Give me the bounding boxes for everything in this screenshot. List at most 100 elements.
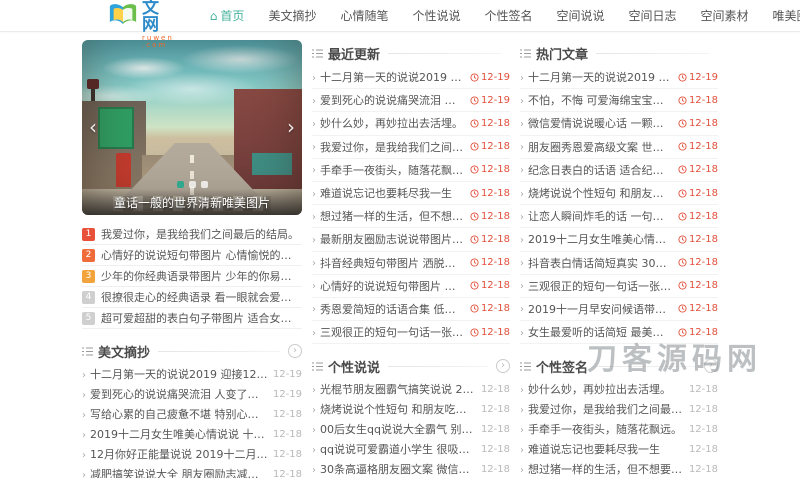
ranked-list-item[interactable]: 2 心情好的说说短句带图片 心情愉悦的简单说说: [82, 245, 302, 266]
slider-prev-arrow-icon[interactable]: ‹: [89, 117, 97, 137]
article-date: 12-18: [678, 164, 718, 175]
nav-item-xinqing[interactable]: 心情随笔: [328, 7, 400, 24]
article-title: 2019十一月早安问候语带图片 最新11月...: [528, 301, 673, 317]
article-row[interactable]: 抖音表白情话简短真实 30句简短的表白... 12-18: [520, 252, 718, 275]
article-row[interactable]: 减肥搞笑说说大全 朋友圈励志减肥的说说心情 12-18: [82, 464, 302, 478]
article-row[interactable]: 想过猪一样的生活，但不想要猪一样的结... 12-18: [312, 205, 510, 228]
article-row[interactable]: 2019十一月早安问候语带图片 最新11月... 12-18: [520, 298, 718, 321]
bullet-arrow-icon: [312, 256, 320, 269]
slider-dot-3[interactable]: [201, 181, 208, 188]
nav-item-kongjian-rizhi[interactable]: 空间日志: [617, 7, 689, 24]
article-row[interactable]: 写给心累的自己疲惫不堪 特别心累的句子20... 12-18: [82, 404, 302, 424]
nav-item-qianming[interactable]: 个性签名: [472, 7, 544, 24]
bullet-arrow-icon: [312, 94, 320, 107]
article-row[interactable]: 光棍节朋友圈霸气搞笑说说 2019双十一光... 12-18: [312, 379, 510, 399]
article-row[interactable]: 爱到死心的说说痛哭流泪 人变了心言而无信 12-19: [82, 384, 302, 404]
article-row[interactable]: 我爱过你，是我给我们之间最后的结局。 12-18: [312, 136, 510, 159]
article-row[interactable]: 微信爱情说说暖心话 一颗心融化的幸福爱... 12-18: [520, 112, 718, 135]
clock-icon: [678, 189, 687, 198]
article-row[interactable]: 难道说忘记也要耗尽我一生 12-18: [312, 182, 510, 205]
list-icon: [312, 49, 323, 58]
article-row[interactable]: 12月你好正能量说说 2019十二月正能量经... 12-18: [82, 444, 302, 464]
bullet-arrow-icon: [82, 388, 90, 401]
article-row[interactable]: 不怕，不悔 可爱海绵宝宝图片 12-18: [520, 89, 718, 112]
nav-item-weimei-tupian[interactable]: 唯美图片: [761, 7, 800, 24]
article-row[interactable]: 十二月第一天的说说2019 迎接12月的说... 12-19: [520, 66, 718, 89]
article-row[interactable]: 纪念日表白的话语 适合纪念日发的甜蜜说说 12-18: [520, 159, 718, 182]
bullet-arrow-icon: [520, 383, 528, 396]
article-date: 12-18: [273, 429, 302, 440]
nav-item-kongjian-sucai[interactable]: 空间素材: [689, 7, 761, 24]
nav-item-kongjian-shuoshuo[interactable]: 空间说说: [545, 7, 617, 24]
more-arrow-icon[interactable]: ›: [288, 344, 302, 358]
bullet-arrow-icon: [82, 448, 90, 461]
article-title: 光棍节朋友圈霸气搞笑说说 2019双十一光...: [320, 381, 476, 397]
article-row[interactable]: 30条高逼格朋友圈文案 微信个性说说大全0... 12-18: [312, 459, 510, 478]
article-row[interactable]: 心情好的说说短句带图片 心情愉悦的简单... 12-18: [312, 275, 510, 298]
article-row[interactable]: 让恋人瞬间炸毛的话 一句话让对象生气翻脸 12-18: [520, 205, 718, 228]
article-title: 写给心累的自己疲惫不堪 特别心累的句子20...: [90, 406, 268, 422]
article-row[interactable]: 朋友圈秀恩爱高级文案 世界一般但你超值 12-18: [520, 136, 718, 159]
article-title: 2019十二月女生唯美心情说说 十二月你...: [528, 231, 673, 247]
article-row[interactable]: 我爱过你，是我给我们之间最后的结局。 12-18: [520, 399, 718, 419]
article-row[interactable]: 00后女生qq说说大全霸气 别说对不起我不... 12-18: [312, 419, 510, 439]
article-row[interactable]: 烧烤说说个性短句 和朋友吃烧烤的心情说说 12-18: [312, 399, 510, 419]
clock-icon: [678, 142, 687, 151]
article-row[interactable]: 十二月第一天的说说2019 迎接12月的说... 12-19: [312, 66, 510, 89]
more-arrow-icon[interactable]: ›: [496, 359, 510, 373]
article-row[interactable]: 手牵手一夜街头，随落花飘远。 12-18: [520, 419, 718, 439]
article-row[interactable]: 2019十二月女生唯美心情说说 十二月你... 12-18: [520, 228, 718, 251]
main-nav: ⌂ 首页 美文摘抄 心情随笔 个性说说 个性签名 空间说说 空间日志 空间素材 …: [198, 7, 800, 24]
clock-icon: [678, 328, 687, 337]
article-date: 12-18: [678, 188, 718, 199]
ranked-list-item[interactable]: 3 少年的你经典语录带图片 少年的你易烊千玺台词: [82, 266, 302, 287]
bullet-arrow-icon: [82, 368, 90, 381]
article-row[interactable]: 抖音经典短句带图片 洒脱精辟的经典说说 12-18: [312, 252, 510, 275]
article-row[interactable]: 烧烤说说个性短句 和朋友吃烧烤的心情说说 12-18: [520, 182, 718, 205]
article-row[interactable]: 难道说忘记也要耗尽我一生 12-18: [520, 439, 718, 459]
article-date: 12-19: [470, 95, 510, 106]
nav-item-meiwen[interactable]: 美文摘抄: [256, 7, 328, 24]
image-slider[interactable]: ‹ › 童话一般的世界清新唯美图片: [82, 40, 302, 215]
article-title: 00后女生qq说说大全霸气 别说对不起我不...: [320, 421, 476, 437]
article-title: 不怕，不悔 可爱海绵宝宝图片: [528, 92, 673, 108]
site-logo[interactable]: 瑞文网 ruwen .com: [108, 0, 174, 49]
article-row[interactable]: 女生最爱听的话简短 最美情话给女朋友 12-18: [520, 321, 718, 344]
article-row[interactable]: 妙什么妙，再妙拉出去活埋。 12-18: [312, 112, 510, 135]
article-title: 想过猪一样的生活，但不想要猪一样的结局。: [528, 461, 684, 477]
article-row[interactable]: 想过猪一样的生活，但不想要猪一样的结局。 12-18: [520, 459, 718, 478]
nav-item-shuoshuo[interactable]: 个性说说: [400, 7, 472, 24]
article-row[interactable]: 三观很正的短句一句话一张图 过日子是过... 12-18: [312, 321, 510, 344]
ranked-list-item[interactable]: 1 我爱过你，是我给我们之间最后的结局。: [82, 224, 302, 245]
more-arrow-icon[interactable]: ›: [704, 359, 718, 373]
article-row[interactable]: 十二月第一天的说说2019 迎接12月的说说... 12-19: [82, 364, 302, 384]
divider: [158, 351, 280, 352]
article-date: 12-18: [678, 234, 718, 245]
article-row[interactable]: 手牵手一夜街头，随落花飘远。 12-18: [312, 159, 510, 182]
article-row[interactable]: 三观很正的短句一句话一张图 过日子是过... 12-18: [520, 275, 718, 298]
ranked-list-item[interactable]: 4 很撩很走心的经典语录 看一眼就会爱上的撩句子: [82, 287, 302, 308]
article-date: 12-18: [678, 95, 718, 106]
slider-next-arrow-icon[interactable]: ›: [287, 117, 295, 137]
section-header: 热门文章: [520, 44, 718, 62]
article-title: 2019十二月女生唯美心情说说 十二月你好...: [90, 426, 268, 442]
nav-item-home[interactable]: ⌂ 首页: [198, 7, 257, 24]
article-row[interactable]: 妙什么妙，再妙拉出去活埋。 12-18: [520, 379, 718, 399]
article-row[interactable]: 秀恩爱简短的话语合集 低调又强势的秀... 12-18: [312, 298, 510, 321]
article-date: 12-18: [470, 211, 510, 222]
slider-caption[interactable]: 童话一般的世界清新唯美图片: [82, 189, 302, 215]
bullet-arrow-icon: [312, 463, 320, 476]
slider-dot-1[interactable]: [177, 181, 184, 188]
article-date: 12-18: [678, 327, 718, 338]
article-row[interactable]: 爱到死心的说说痛哭流泪 人变了心言而无信 12-19: [312, 89, 510, 112]
article-title: 妙什么妙，再妙拉出去活埋。: [528, 381, 684, 397]
ranked-list-item[interactable]: 5 超可爱超甜的表白句子带图片 适合女生情话说说: [82, 308, 302, 329]
clock-icon: [470, 189, 479, 198]
article-row[interactable]: 最新朋友圈励志说说带图片 鼓励自己努力... 12-18: [312, 228, 510, 251]
clock-icon: [678, 304, 687, 313]
article-row[interactable]: 2019十二月女生唯美心情说说 十二月你好... 12-18: [82, 424, 302, 444]
article-row[interactable]: qq说说可爱霸道小学生 很吸引人的非主流... 12-18: [312, 439, 510, 459]
article-title: 爱到死心的说说痛哭流泪 人变了心言而无信: [320, 92, 465, 108]
article-date: 12-18: [689, 464, 718, 475]
slider-dot-2[interactable]: [189, 181, 196, 188]
